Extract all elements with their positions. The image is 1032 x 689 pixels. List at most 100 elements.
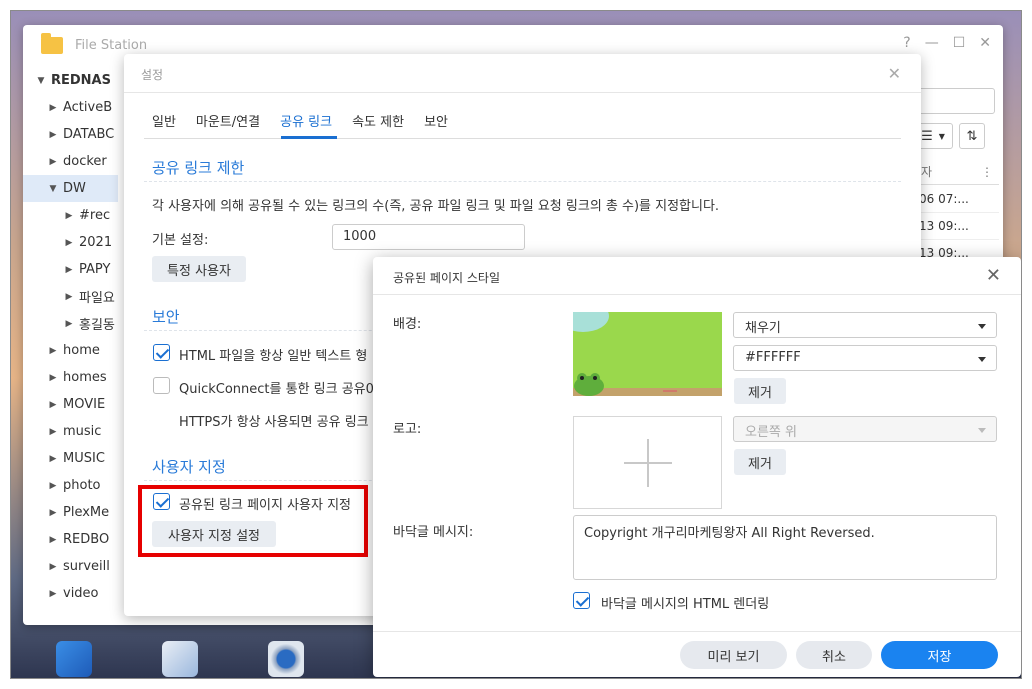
chevron-right-icon[interactable]: ▶ (43, 589, 63, 599)
tab-mount[interactable]: 마운트/연결 (186, 111, 270, 139)
chevron-right-icon[interactable]: ▶ (43, 508, 63, 518)
html-plain-text-checkbox[interactable] (153, 344, 170, 361)
tab-security[interactable]: 보안 (414, 111, 458, 139)
tree-item[interactable]: ▶ PlexMe (23, 499, 118, 526)
tree-item[interactable]: ▶ MUSIC (23, 445, 118, 472)
footer-message-textarea[interactable]: Copyright 개구리마케팅왕자 All Right Reversed. (573, 515, 997, 580)
tree-item[interactable]: ▶ 2021 (23, 229, 118, 256)
chevron-right-icon[interactable]: ▶ (43, 454, 63, 464)
logo-position-value: 오른쪽 위 (745, 425, 797, 440)
tab-share-link[interactable]: 공유 링크 (270, 111, 342, 139)
divider (144, 181, 901, 182)
chevron-right-icon[interactable]: ▶ (59, 211, 79, 221)
tree-item[interactable]: ▶ video (23, 580, 118, 607)
chevron-right-icon[interactable]: ▶ (43, 427, 63, 437)
section-title-share-limit: 공유 링크 제한 (152, 159, 245, 177)
render-html-label: 바닥글 메시지의 HTML 렌더링 (601, 597, 770, 612)
view-toolbar: ☰ ▼ ⇅ (913, 123, 985, 149)
save-button[interactable]: 저장 (881, 641, 998, 669)
tree-item[interactable]: ▶ docker (23, 148, 118, 175)
chevron-down-icon (978, 357, 986, 362)
chevron-right-icon[interactable]: ▶ (59, 319, 79, 329)
chevron-right-icon[interactable]: ▶ (43, 562, 63, 572)
background-label: 배경: (393, 317, 422, 332)
chevron-right-icon[interactable]: ▶ (59, 265, 79, 275)
tree-item-label: home (63, 343, 100, 358)
divider (124, 92, 921, 93)
logo-upload-area[interactable] (573, 416, 722, 509)
app-icon[interactable] (162, 641, 198, 677)
active-tab-indicator (281, 136, 337, 139)
tree-item[interactable]: ▶ #rec (23, 202, 118, 229)
tree-item-label: surveill (63, 559, 110, 574)
chevron-down-icon[interactable]: ▼ (31, 76, 51, 86)
tree-item[interactable]: ▶ 홍길동 (23, 310, 118, 337)
tree-item[interactable]: ▶ REDBO (23, 526, 118, 553)
divider (373, 294, 1021, 295)
fill-mode-select[interactable]: 채우기 (733, 312, 997, 338)
divider (373, 631, 1021, 632)
chevron-right-icon[interactable]: ▶ (43, 481, 63, 491)
column-menu-icon[interactable]: ⋮ (981, 165, 993, 179)
chevron-right-icon[interactable]: ▶ (43, 130, 63, 140)
https-note: HTTPS가 항상 사용되면 공유 링크 (179, 415, 369, 430)
tree-item[interactable]: ▶ PAPY (23, 256, 118, 283)
chevron-right-icon[interactable]: ▶ (43, 346, 63, 356)
chevron-right-icon[interactable]: ▶ (59, 238, 79, 248)
tree-item[interactable]: ▶ home (23, 337, 118, 364)
column-header-label: 자 (921, 165, 933, 179)
background-color-value: #FFFFFF (745, 350, 801, 365)
camera-app-icon[interactable] (268, 641, 304, 677)
background-preview (573, 312, 722, 396)
background-color-select[interactable]: #FFFFFF (733, 345, 997, 371)
remove-logo-button[interactable]: 제거 (734, 449, 786, 475)
folder-icon (41, 32, 63, 54)
default-limit-field[interactable]: 1000 (332, 224, 525, 250)
tree-item[interactable]: ▶ music (23, 418, 118, 445)
tree-item-label: REDNAS (51, 73, 111, 88)
specific-user-button[interactable]: 특정 사용자 (152, 256, 246, 282)
quickconnect-label: QuickConnect를 통한 링크 공유0 (179, 382, 374, 397)
chevron-right-icon[interactable]: ▶ (59, 292, 79, 302)
tree-item-label: MUSIC (63, 451, 105, 466)
tree-item-label: PAPY (79, 262, 111, 277)
tree-item[interactable]: ▶ MOVIE (23, 391, 118, 418)
remove-background-button[interactable]: 제거 (734, 378, 786, 404)
tree-item[interactable]: ▶ photo (23, 472, 118, 499)
tree-item[interactable]: ▶ homes (23, 364, 118, 391)
sort-button[interactable]: ⇅ (959, 123, 985, 149)
tree-item-label: #rec (79, 208, 111, 223)
render-html-checkbox[interactable] (573, 592, 590, 609)
style-dialog-title: 공유된 페이지 스타일 (393, 271, 500, 285)
tab-general[interactable]: 일반 (144, 111, 186, 139)
chevron-right-icon[interactable]: ▶ (43, 400, 63, 410)
share-limit-description: 각 사용자에 의해 공유될 수 있는 링크의 수(즉, 공유 파일 링크 및 파… (152, 199, 720, 214)
tree-item[interactable]: ▼ REDNAS (23, 67, 118, 94)
tree-item[interactable]: ▼ DW (23, 175, 118, 202)
preview-button[interactable]: 미리 보기 (680, 641, 787, 669)
quickconnect-checkbox[interactable] (153, 377, 170, 394)
tree-item[interactable]: ▶ 파일요 (23, 283, 118, 310)
cancel-button[interactable]: 취소 (796, 641, 872, 669)
tree-item-label: 홍길동 (79, 318, 115, 333)
chevron-right-icon[interactable]: ▶ (43, 103, 63, 113)
tab-speed-limit[interactable]: 속도 제한 (342, 111, 414, 139)
chevron-right-icon[interactable]: ▶ (43, 535, 63, 545)
tree-item[interactable]: ▶ DATABC (23, 121, 118, 148)
tree-item-label: ActiveB (63, 100, 113, 115)
tree-item-label: 2021 (79, 235, 113, 250)
chevron-down-icon[interactable]: ▼ (43, 184, 63, 194)
tree-item[interactable]: ▶ surveill (23, 553, 118, 580)
logo-position-select[interactable]: 오른쪽 위 (733, 416, 997, 442)
chevron-down-icon (978, 428, 986, 433)
chevron-right-icon[interactable]: ▶ (43, 157, 63, 167)
close-icon[interactable]: ✕ (888, 64, 901, 83)
tree-item-label: MOVIE (63, 397, 106, 412)
app-icon[interactable] (56, 641, 92, 677)
tree-item-label: music (63, 424, 102, 439)
chevron-right-icon[interactable]: ▶ (43, 373, 63, 383)
tree-item[interactable]: ▶ ActiveB (23, 94, 118, 121)
logo-label: 로고: (393, 422, 422, 437)
default-setting-label: 기본 설정: (152, 233, 209, 248)
close-icon[interactable]: ✕ (986, 265, 1001, 286)
